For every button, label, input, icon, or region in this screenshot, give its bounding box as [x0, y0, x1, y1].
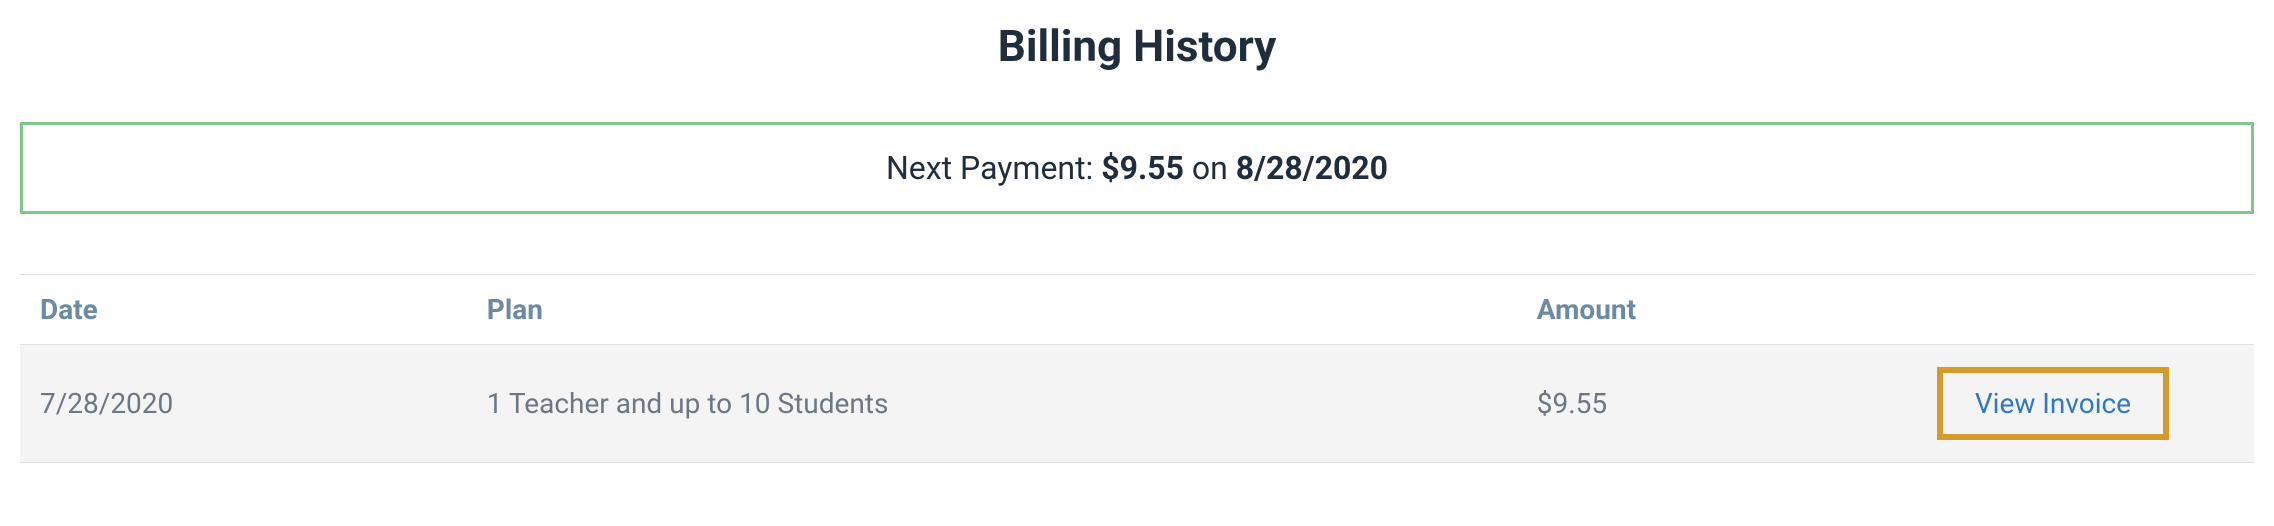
- cell-action: View Invoice: [1852, 345, 2254, 463]
- page-title: Billing History: [20, 20, 2254, 72]
- table-row: 7/28/2020 1 Teacher and up to 10 Student…: [20, 345, 2254, 463]
- cell-plan: 1 Teacher and up to 10 Students: [467, 345, 1517, 463]
- table-header-plan: Plan: [467, 275, 1517, 345]
- next-payment-amount: $9.55: [1101, 149, 1184, 187]
- table-header-amount: Amount: [1517, 275, 1852, 345]
- next-payment-banner: Next Payment: $9.55 on 8/28/2020: [20, 122, 2254, 214]
- cell-amount: $9.55: [1517, 345, 1852, 463]
- table-header-date: Date: [20, 275, 467, 345]
- cell-date: 7/28/2020: [20, 345, 467, 463]
- next-payment-date: 8/28/2020: [1236, 149, 1388, 187]
- table-header-action: [1852, 275, 2254, 345]
- next-payment-label: Next Payment:: [886, 149, 1101, 187]
- view-invoice-link[interactable]: View Invoice: [1937, 367, 2169, 440]
- next-payment-on: on: [1184, 149, 1236, 187]
- billing-history-table: Date Plan Amount 7/28/2020 1 Teacher and…: [20, 274, 2254, 463]
